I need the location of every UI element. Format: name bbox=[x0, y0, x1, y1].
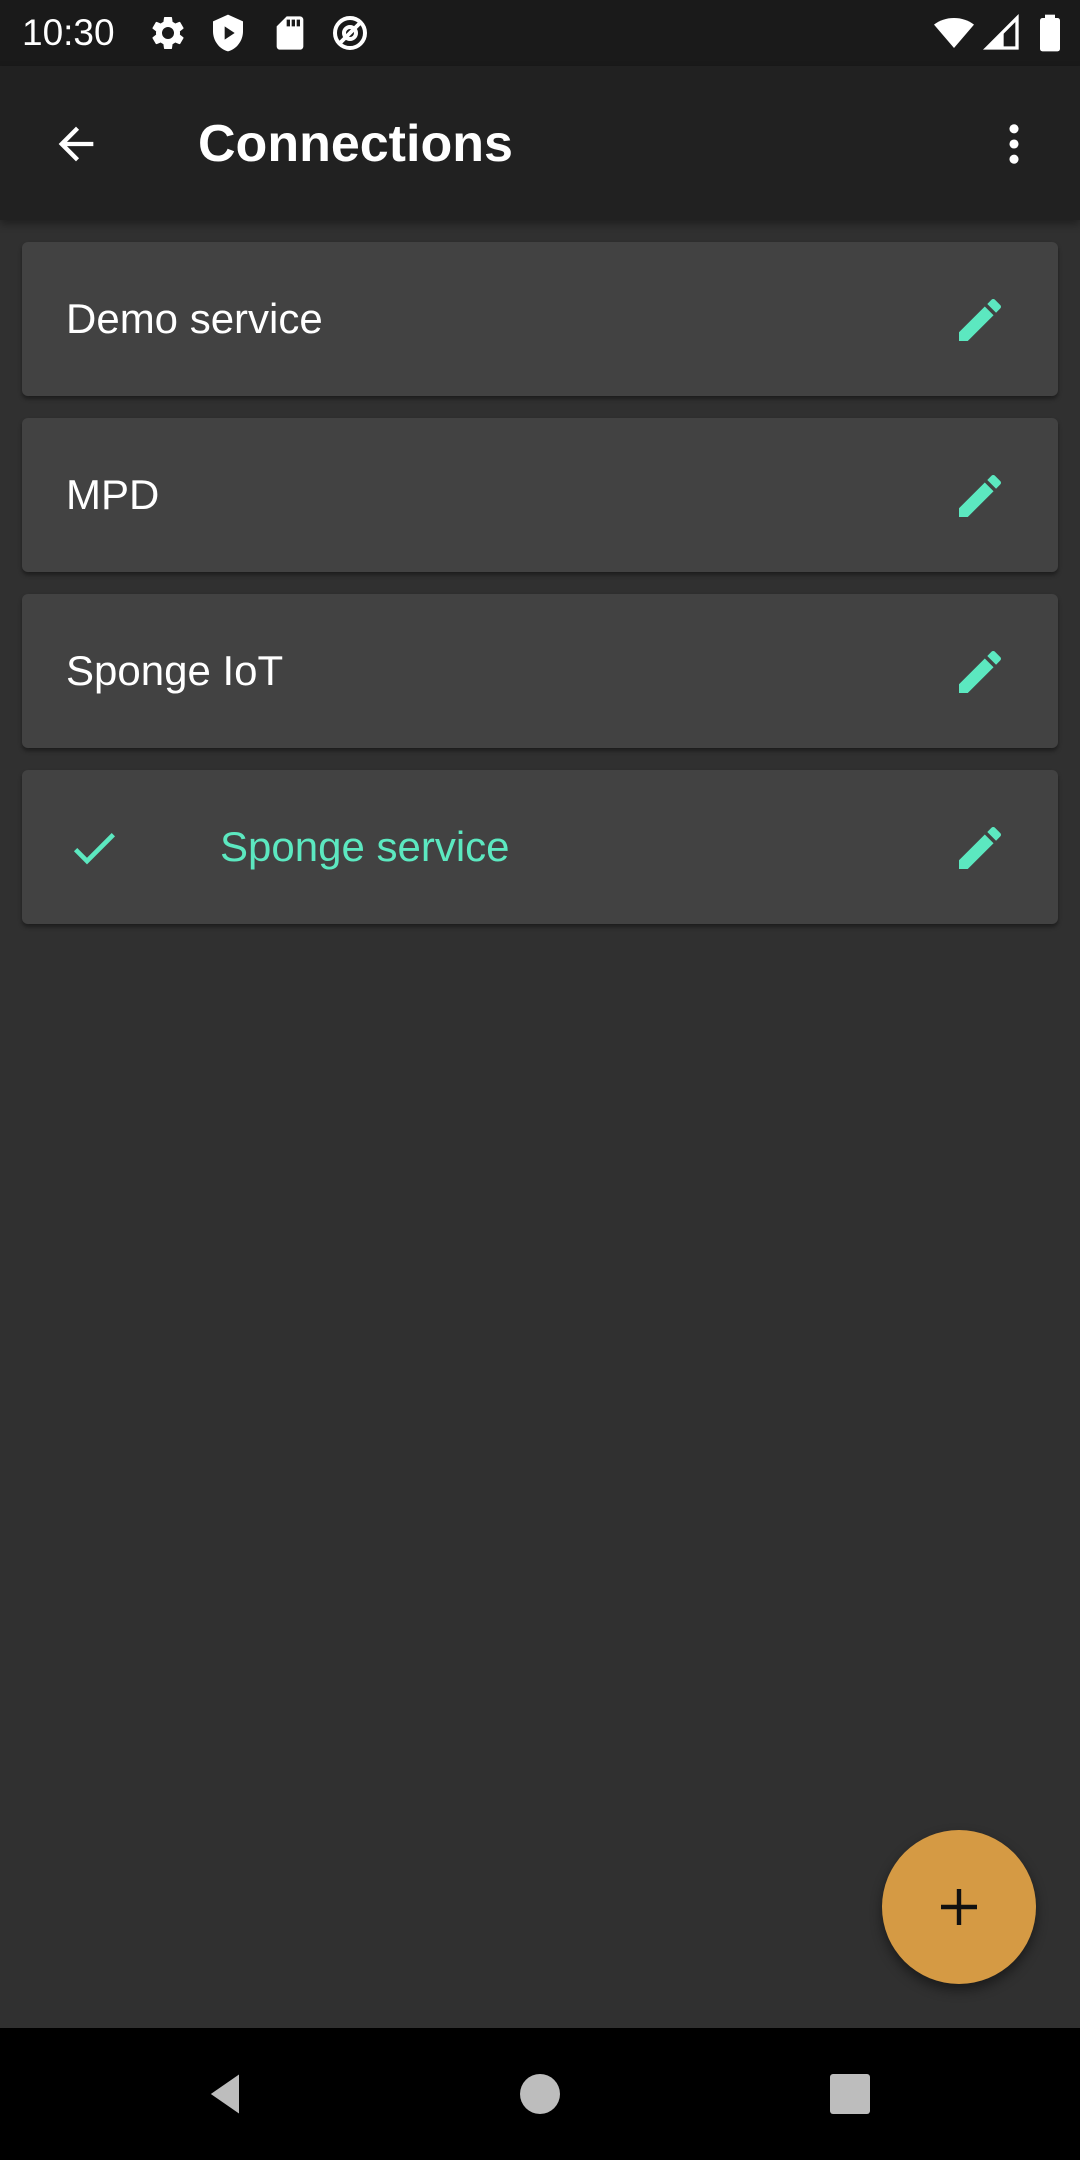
edit-button[interactable] bbox=[940, 280, 1020, 360]
page-title: Connections bbox=[198, 115, 513, 173]
nav-home-button[interactable] bbox=[502, 2056, 578, 2132]
back-button[interactable] bbox=[36, 104, 116, 184]
connections-screen: 10:30 Connections Demo service MPD Spong… bbox=[0, 0, 1080, 2160]
add-connection-button[interactable] bbox=[882, 1830, 1036, 1984]
connections-list: Demo service MPD Sponge IoT Sponge servi… bbox=[22, 242, 1058, 946]
pencil-icon bbox=[959, 650, 1002, 693]
settings-icon bbox=[148, 13, 188, 53]
pencil-icon bbox=[959, 298, 1002, 341]
check-icon bbox=[73, 833, 115, 865]
list-item-mpd[interactable]: MPD bbox=[22, 418, 1058, 572]
shield-play-icon bbox=[208, 13, 248, 53]
list-item-label: Demo service bbox=[66, 295, 323, 342]
edit-button[interactable] bbox=[940, 632, 1020, 712]
overflow-menu-button[interactable] bbox=[974, 104, 1054, 184]
sd-card-icon bbox=[270, 13, 310, 53]
at-sign-icon bbox=[330, 13, 370, 53]
status-time: 10:30 bbox=[22, 12, 115, 53]
list-item-label: MPD bbox=[66, 471, 160, 518]
pencil-icon bbox=[959, 826, 1002, 869]
back-triangle-icon bbox=[210, 2074, 239, 2114]
plus-icon bbox=[941, 1889, 977, 1925]
cell-signal-icon bbox=[982, 13, 1022, 53]
status-bar: 10:30 bbox=[0, 0, 1080, 66]
arrow-back-icon bbox=[58, 126, 94, 162]
app-bar: Connections bbox=[0, 66, 1080, 220]
list-item-sponge-service[interactable]: Sponge service bbox=[22, 770, 1058, 924]
list-item-label: Sponge IoT bbox=[66, 647, 284, 694]
wifi-icon bbox=[934, 13, 974, 53]
more-vert-icon bbox=[1009, 124, 1019, 164]
battery-icon bbox=[1030, 13, 1070, 53]
nav-back-button[interactable] bbox=[188, 2056, 264, 2132]
pencil-icon bbox=[959, 474, 1002, 517]
home-circle-icon bbox=[520, 2074, 560, 2114]
nav-recents-button[interactable] bbox=[812, 2056, 888, 2132]
edit-button[interactable] bbox=[940, 808, 1020, 888]
list-item-sponge-iot[interactable]: Sponge IoT bbox=[22, 594, 1058, 748]
list-item-demo-service[interactable]: Demo service bbox=[22, 242, 1058, 396]
system-nav-bar bbox=[0, 2028, 1080, 2160]
edit-button[interactable] bbox=[940, 456, 1020, 536]
recents-square-icon bbox=[830, 2074, 870, 2114]
list-item-label: Sponge service bbox=[220, 823, 510, 870]
